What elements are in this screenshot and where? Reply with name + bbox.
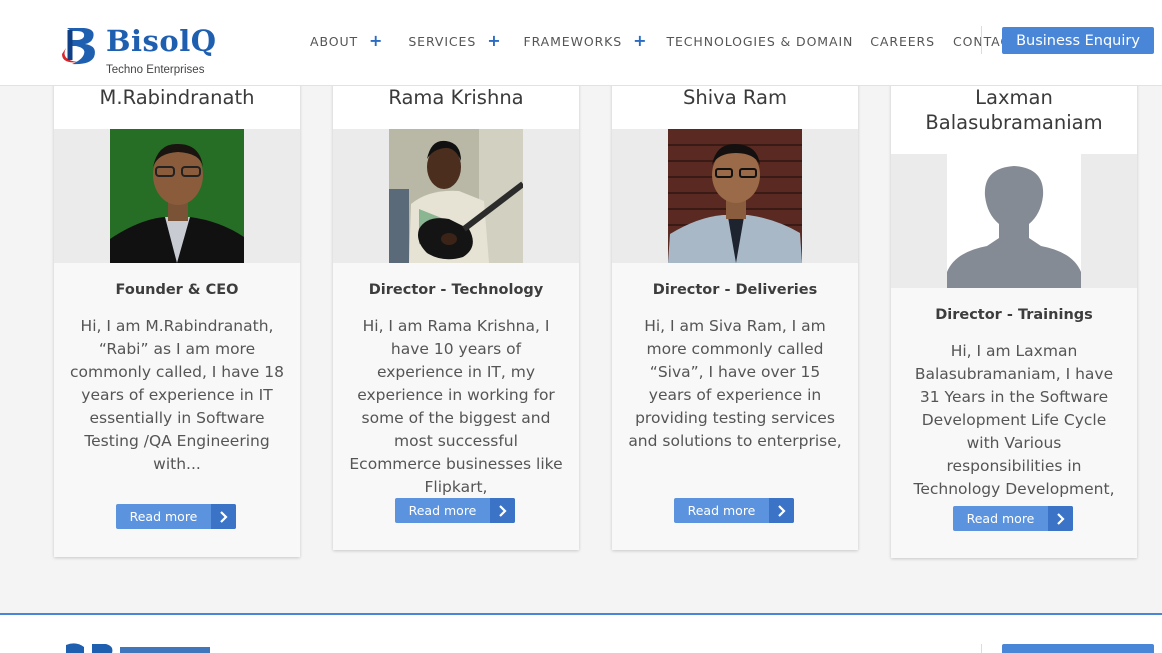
logo-mark-icon: [62, 28, 95, 65]
member-role: Director - Deliveries: [652, 282, 818, 298]
member-bio: Hi, I am Rama Krishna, I have 10 years o…: [349, 317, 563, 496]
read-more-label: Read more: [129, 509, 198, 524]
photo-band: [891, 154, 1137, 288]
member-photo: [947, 154, 1081, 288]
chevron-right-icon: [1048, 506, 1073, 531]
team-card-rama-krishna: Rama Krishna Director - Technology Hi, I…: [333, 40, 579, 550]
business-enquiry-button[interactable]: Business Enquiry: [1002, 27, 1154, 54]
nav-label: SERVICES: [408, 33, 477, 49]
brand-logo[interactable]: BisolQ Techno Enterprises: [58, 24, 228, 80]
chevron-right-icon: [211, 504, 236, 529]
member-photo: [110, 129, 244, 263]
team-card-shiva-ram: Shiva Ram Director - Deliveries Hi, I am…: [612, 40, 858, 550]
read-more-button[interactable]: Read more: [395, 498, 515, 523]
chevron-right-icon: [490, 498, 515, 523]
member-role: Director - Technology: [368, 282, 544, 298]
main-nav: ABOUT + SERVICES + FRAMEWORKS + TECHNOLO…: [310, 32, 1019, 50]
member-bio: Hi, I am Laxman Balasubramaniam, I have …: [913, 342, 1115, 498]
avatar-placeholder-icon: [947, 154, 1081, 288]
member-role: Director - Trainings: [935, 307, 1093, 323]
read-more-label: Read more: [408, 503, 477, 518]
nav-item-frameworks[interactable]: FRAMEWORKS +: [524, 33, 648, 49]
footer-divider: [981, 644, 982, 653]
nav-label: ABOUT: [310, 33, 359, 49]
member-photo: [668, 129, 802, 263]
plus-icon: +: [487, 31, 502, 50]
photo-band: [54, 129, 300, 263]
brand-name: BisolQ: [106, 24, 217, 58]
photo-band: [612, 129, 858, 263]
read-more-button[interactable]: Read more: [116, 504, 236, 529]
nav-item-about[interactable]: ABOUT +: [310, 33, 383, 49]
team-card-rabindranath: M.Rabindranath Founder & CEO Hi, I am M.…: [54, 40, 300, 557]
member-photo: [389, 129, 523, 263]
nav-divider: [981, 26, 982, 54]
member-bio: Hi, I am Siva Ram, I am more commonly ca…: [628, 317, 842, 450]
chevron-right-icon: [769, 498, 794, 523]
photo-band: [333, 129, 579, 263]
nav-label: CAREERS: [870, 33, 935, 49]
site-header: BisolQ Techno Enterprises ABOUT + SERVIC…: [0, 0, 1162, 86]
team-card-laxman: Laxman Balasubramaniam Director - Traini…: [891, 40, 1137, 558]
nav-item-technologies[interactable]: TECHNOLOGIES & DOMAIN: [666, 34, 853, 49]
read-more-button[interactable]: Read more: [674, 498, 794, 523]
plus-icon: +: [633, 31, 648, 50]
read-more-label: Read more: [687, 503, 756, 518]
read-more-button[interactable]: Read more: [953, 506, 1073, 531]
brand-tagline: Techno Enterprises: [106, 64, 205, 76]
footer-logo-icon: [66, 643, 210, 653]
nav-label: FRAMEWORKS: [523, 33, 623, 49]
member-role: Founder & CEO: [115, 282, 239, 298]
footer-header: [0, 615, 1162, 653]
read-more-label: Read more: [966, 511, 1035, 526]
nav-item-services[interactable]: SERVICES +: [408, 33, 501, 49]
nav-label: TECHNOLOGIES & DOMAIN: [666, 33, 854, 49]
footer-enquiry-button[interactable]: [1002, 644, 1154, 653]
plus-icon: +: [369, 31, 384, 50]
member-bio: Hi, I am M.Rabindranath, “Rabi” as I am …: [70, 317, 284, 473]
nav-item-careers[interactable]: CAREERS: [870, 34, 935, 49]
